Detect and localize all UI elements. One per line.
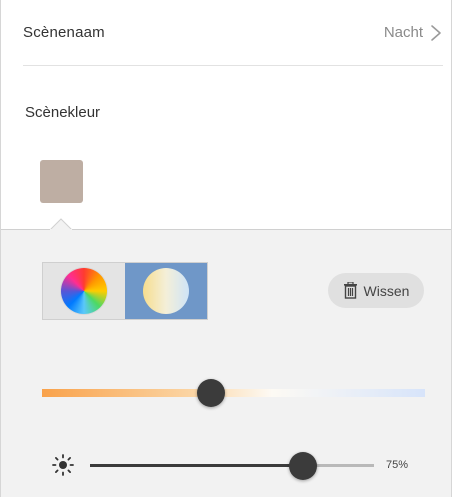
color-wheel-icon [61,268,107,314]
scene-color-swatch [39,159,83,203]
white-temperature-icon [143,268,189,314]
brightness-slider-fill [90,464,303,467]
trash-icon [343,282,357,299]
scene-editor: Scènenaam Nacht Scènekleur Wissen 75% [0,0,452,497]
color-wheel-mode-button[interactable] [43,263,125,319]
brightness-slider-track[interactable] [90,464,374,467]
scene-name-value: Nacht [383,24,423,41]
scene-name-row[interactable]: Scènenaam Nacht [23,0,443,66]
temperature-slider-thumb[interactable] [196,379,225,407]
white-temperature-mode-button[interactable] [125,263,207,319]
scene-color-swatch-button[interactable] [34,154,88,208]
chevron-right-icon [431,24,441,41]
panel-pointer-arrow [50,218,72,230]
sun-icon [52,454,74,476]
brightness-slider-thumb[interactable] [289,452,317,480]
scene-name-value-group: Nacht [384,24,443,42]
scene-name-label: Scènenaam [23,24,105,41]
scene-color-label: Scènekleur [25,104,101,121]
clear-button[interactable]: Wissen [328,273,424,308]
color-mode-toggle [42,262,208,320]
brightness-value: 75% [386,459,409,471]
temperature-slider-track[interactable] [42,389,425,397]
clear-button-label: Wissen [363,282,410,299]
